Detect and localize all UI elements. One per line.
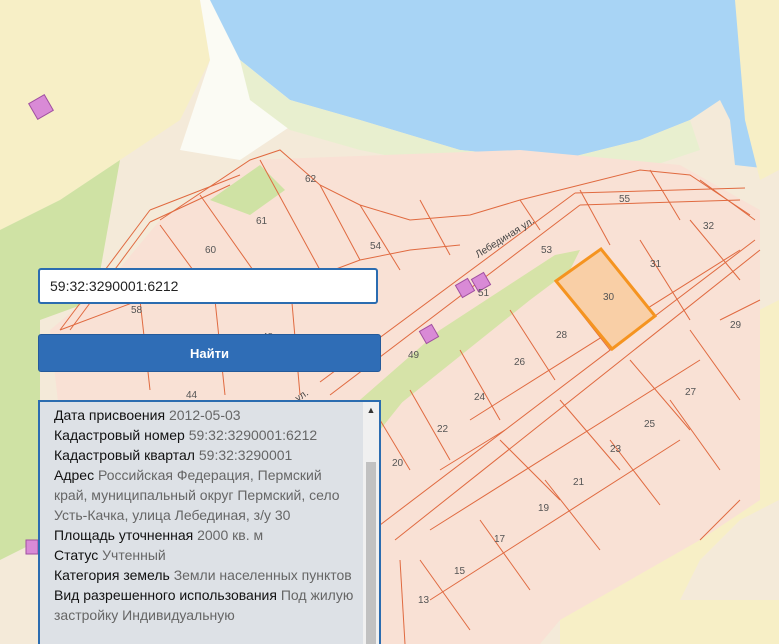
info-row: Кадастровый номер 59:32:3290001:6212 — [54, 425, 354, 445]
info-label: Кадастровый квартал — [54, 447, 195, 463]
plot-label: 27 — [685, 387, 697, 398]
scrollbar[interactable]: ▲ — [363, 402, 379, 644]
info-label: Кадастровый номер — [54, 427, 185, 443]
info-value: Земли населенных пунктов — [173, 567, 352, 583]
info-row: Категория земель Земли населенных пункто… — [54, 565, 354, 585]
info-row: Адрес Российская Федерация, Пермский кра… — [54, 465, 354, 525]
plot-label: 17 — [494, 534, 506, 545]
plot-label: 19 — [538, 503, 550, 514]
plot-label: 30 — [603, 292, 615, 303]
scrollbar-thumb[interactable] — [366, 462, 376, 644]
plot-label: 32 — [703, 221, 715, 232]
info-row: Площадь уточненная 2000 кв. м — [54, 525, 354, 545]
info-value: Российская Федерация, Пермский край, мун… — [54, 467, 340, 523]
info-row: Статус Учтенный — [54, 545, 354, 565]
plot-label: 26 — [514, 357, 526, 368]
plot-label: 51 — [478, 288, 490, 299]
plot-label: 31 — [650, 259, 662, 270]
info-label: Площадь уточненная — [54, 527, 194, 543]
plot-label: 20 — [392, 458, 404, 469]
find-button[interactable]: Найти — [38, 334, 381, 372]
info-value: 59:32:3290001 — [198, 447, 293, 463]
plot-label: 55 — [619, 194, 631, 205]
scroll-up-icon[interactable]: ▲ — [363, 402, 379, 418]
plot-label: 60 — [205, 245, 217, 256]
info-value: Учтенный — [102, 547, 166, 563]
info-label: Адрес — [54, 467, 95, 483]
info-content: Дата присвоения 2012-05-03 Кадастровый н… — [54, 405, 354, 625]
plot-label: 53 — [541, 245, 553, 256]
plot-label: 21 — [573, 477, 585, 488]
info-row: Кадастровый квартал 59:32:3290001 — [54, 445, 354, 465]
cadastral-number-input[interactable] — [38, 268, 378, 304]
plot-label: 62 — [305, 174, 317, 185]
info-row: Вид разрешенного использования Под жилую… — [54, 585, 354, 625]
plot-label: 15 — [454, 566, 466, 577]
info-label: Категория земель — [54, 567, 170, 583]
plot-label: 13 — [418, 595, 430, 606]
plot-label: 24 — [474, 392, 486, 403]
plot-label: 25 — [644, 419, 656, 430]
plot-label: 22 — [437, 424, 449, 435]
plot-label: 28 — [556, 330, 568, 341]
info-panel[interactable]: Дата присвоения 2012-05-03 Кадастровый н… — [38, 400, 381, 644]
info-label: Дата присвоения — [54, 407, 166, 423]
info-label: Статус — [54, 547, 99, 563]
plot-label: 54 — [370, 241, 382, 252]
plot-label: 58 — [131, 305, 143, 316]
plot-label: 29 — [730, 320, 742, 331]
info-label: Вид разрешенного использования — [54, 587, 277, 603]
building-icon — [25, 539, 39, 555]
info-value: 2012-05-03 — [168, 407, 241, 423]
info-row: Дата присвоения 2012-05-03 — [54, 405, 354, 425]
plot-label: 49 — [408, 350, 420, 361]
info-value: 59:32:3290001:6212 — [188, 427, 318, 443]
plot-label: 61 — [256, 216, 268, 227]
info-value: 2000 кв. м — [197, 527, 264, 543]
plot-label: 23 — [610, 444, 622, 455]
